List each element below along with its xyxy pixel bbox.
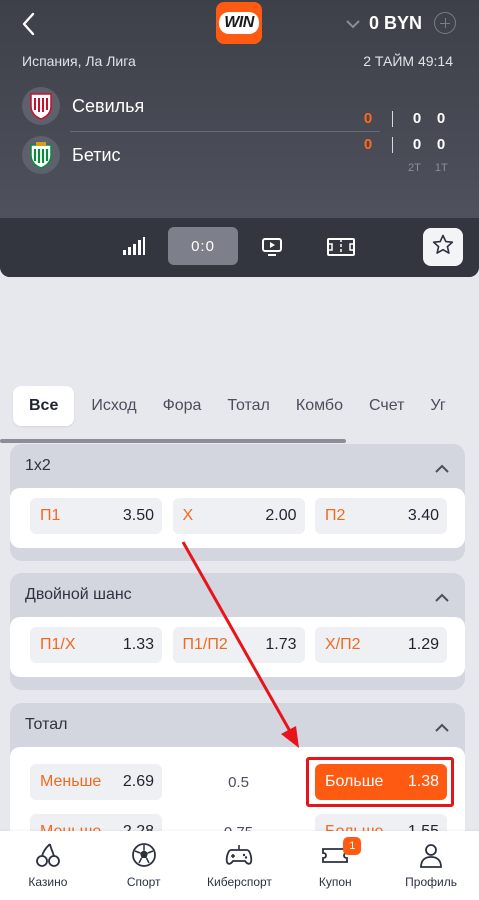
field-view-icon[interactable] — [326, 236, 356, 263]
tab-outcome[interactable]: Исход — [78, 386, 149, 426]
team-away: Бетис — [22, 136, 121, 174]
market-header[interactable]: 1x2 — [10, 444, 465, 488]
tab-corners[interactable]: Уг — [417, 386, 458, 426]
logo-text: WIN — [219, 12, 259, 34]
balance-amount: 0 BYN — [369, 12, 423, 33]
coupon-badge: 1 — [343, 837, 362, 855]
market-header[interactable]: Тотал — [10, 703, 465, 747]
nav-coupon[interactable]: 1 Купон — [290, 837, 380, 889]
odd-value: 2.00 — [265, 507, 297, 524]
tab-score[interactable]: Счет — [356, 386, 417, 426]
score-row-home: 0 0 0 — [362, 110, 459, 127]
divider — [392, 110, 393, 127]
current-score: 0 — [363, 110, 373, 127]
odd-label: П2 — [325, 507, 346, 524]
market-odds: П1 3.50 Х 2.00 П2 3.40 — [10, 488, 465, 548]
chevron-up-icon[interactable] — [435, 720, 449, 732]
period-label: 1Т — [434, 162, 448, 174]
nav-profile[interactable]: Профиль — [386, 841, 476, 889]
nav-label: Купон — [318, 875, 352, 889]
tab-all[interactable]: Все — [13, 386, 75, 426]
market-double-chance: Двойной шанс П1/Х 1.33 П1/П2 1.73 Х/П2 1.29 — [10, 573, 465, 690]
favorite-button[interactable] — [423, 228, 463, 266]
team-home-name: Севилья — [72, 95, 145, 116]
chevron-down-icon — [345, 17, 361, 29]
team-away-name: Бетис — [72, 144, 121, 165]
odd-button[interactable]: П1/Х 1.33 — [30, 627, 162, 663]
total-line: 0.5 — [228, 773, 249, 791]
nav-label: Спорт — [126, 875, 161, 889]
nav-label: Киберспорт — [207, 875, 272, 889]
market-tabs: Все Исход Фора Тотал Комбо Счет Уг — [0, 382, 479, 430]
plus-icon[interactable] — [434, 12, 457, 34]
odd-label: П1/Х — [40, 636, 76, 653]
market-odds: П1/Х 1.33 П1/П2 1.73 Х/П2 1.29 — [10, 617, 465, 677]
score-row-away: 0 0 0 — [362, 136, 459, 153]
odd-value: 1.33 — [122, 636, 154, 653]
period-score: 0 — [436, 136, 446, 153]
odd-value: 2.69 — [122, 773, 154, 790]
soccer-ball-icon — [130, 841, 158, 869]
odd-button[interactable]: Х 2.00 — [172, 498, 305, 534]
odd-button[interactable]: П2 3.40 — [315, 498, 447, 534]
odd-value: 1.29 — [407, 636, 439, 653]
odd-label: П1 — [40, 507, 61, 524]
team-home: Севилья — [22, 87, 144, 125]
period-score: 0 — [412, 136, 422, 153]
tab-handicap[interactable]: Фора — [150, 386, 215, 426]
chevron-up-icon[interactable] — [435, 590, 449, 602]
nav-sport[interactable]: Спорт — [99, 841, 189, 889]
odd-button[interactable]: П1/П2 1.73 — [172, 627, 305, 663]
cherries-icon — [34, 841, 62, 869]
odd-value: 3.40 — [407, 507, 439, 524]
odd-button[interactable]: П1 3.50 — [30, 498, 162, 534]
odd-value: 1.73 — [265, 636, 297, 653]
current-score: 0 — [363, 136, 373, 153]
odd-label: Х/П2 — [325, 636, 361, 653]
stats-bars-icon[interactable] — [122, 236, 146, 261]
highlight-box — [306, 757, 454, 807]
market-title: 1x2 — [25, 457, 51, 474]
period-labels: 2Т 1Т — [408, 162, 448, 174]
nav-casino[interactable]: Казино — [3, 841, 93, 889]
chevron-up-icon[interactable] — [435, 461, 449, 473]
divider — [392, 136, 393, 153]
app-logo[interactable]: WIN — [216, 2, 262, 44]
tab-combo[interactable]: Комбо — [283, 386, 356, 426]
market-title: Тотал — [25, 716, 68, 733]
market-title: Двойной шанс — [25, 586, 132, 603]
bottom-nav: Казино Спорт Киберспорт 1 Купон Профиль — [0, 831, 479, 900]
sevilla-crest-icon — [22, 87, 60, 125]
odd-label: П1/П2 — [182, 636, 228, 653]
nav-label: Казино — [28, 875, 68, 889]
tv-broadcast-icon[interactable] — [260, 236, 284, 263]
market-1x2: 1x2 П1 3.50 Х 2.00 П2 3.40 — [10, 444, 465, 561]
odd-value: 3.50 — [122, 507, 154, 524]
period-score: 0 — [412, 110, 422, 127]
odd-button[interactable]: Х/П2 1.29 — [315, 627, 447, 663]
star-icon — [431, 233, 455, 262]
match-time: 2 ТАЙМ 49:14 — [363, 53, 453, 69]
period-label: 2Т — [408, 162, 421, 174]
back-arrow-icon[interactable] — [18, 10, 42, 38]
odd-label: Меньше — [40, 773, 102, 790]
match-toolbar: 0:0 — [0, 218, 479, 277]
league-name: Испания, Ла Лига — [22, 53, 136, 69]
period-score: 0 — [436, 110, 446, 127]
score-tab-button[interactable]: 0:0 — [168, 227, 238, 265]
tabs-scrollbar[interactable] — [0, 439, 346, 443]
nav-esports[interactable]: Киберспорт — [194, 841, 284, 889]
odd-label: Х — [182, 507, 194, 524]
nav-label: Профиль — [405, 875, 457, 889]
match-header: WIN 0 BYN Испания, Ла Лига 2 ТАЙМ 49:14 … — [0, 0, 479, 277]
tab-total[interactable]: Тотал — [214, 386, 282, 426]
odd-button-under[interactable]: Меньше 2.69 — [30, 764, 162, 800]
gamepad-icon — [225, 841, 253, 869]
market-header[interactable]: Двойной шанс — [10, 573, 465, 617]
divider — [70, 131, 380, 132]
profile-icon — [417, 841, 445, 869]
betis-crest-icon — [22, 136, 60, 174]
balance[interactable]: 0 BYN — [345, 12, 457, 34]
